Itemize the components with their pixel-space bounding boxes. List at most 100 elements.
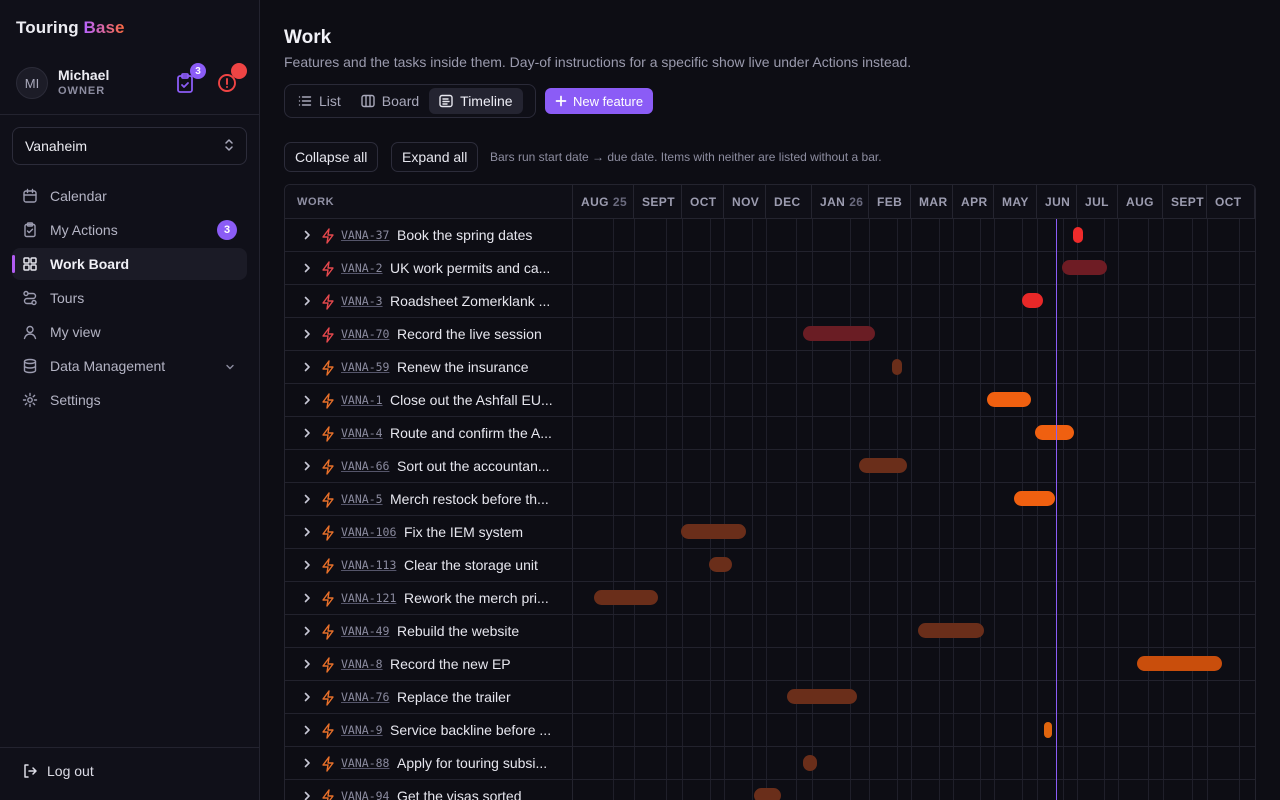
tab-timeline[interactable]: Timeline (429, 88, 523, 114)
chevron-right-icon[interactable] (301, 559, 313, 571)
feature-title[interactable]: Renew the insurance (397, 359, 529, 375)
table-row[interactable]: VANA-8 Record the new EP (285, 648, 1255, 681)
feature-title[interactable]: Fix the IEM system (404, 524, 523, 540)
table-row[interactable]: VANA-2 UK work permits and ca... (285, 252, 1255, 285)
feature-title[interactable]: Clear the storage unit (404, 557, 538, 573)
chevron-right-icon[interactable] (301, 460, 313, 472)
feature-title[interactable]: Route and confirm the A... (390, 425, 552, 441)
logout-button[interactable]: Log out (22, 763, 94, 779)
timeline-bar[interactable] (753, 788, 781, 800)
table-row[interactable]: VANA-113 Clear the storage unit (285, 549, 1255, 582)
feature-key-link[interactable]: VANA-113 (341, 558, 396, 572)
sidebar-item-tours[interactable]: Tours (12, 282, 247, 314)
table-row[interactable]: VANA-4 Route and confirm the A... (285, 417, 1255, 450)
new-feature-button[interactable]: New feature (545, 88, 654, 114)
feature-title[interactable]: Close out the Ashfall EU... (390, 392, 553, 408)
chevron-right-icon[interactable] (301, 295, 313, 307)
feature-key-link[interactable]: VANA-76 (341, 690, 389, 704)
collapse-all-button[interactable]: Collapse all (284, 142, 379, 172)
feature-key-link[interactable]: VANA-9 (341, 723, 383, 737)
tab-board[interactable]: Board (351, 88, 429, 114)
chevron-right-icon[interactable] (301, 427, 313, 439)
timeline-bar[interactable] (891, 359, 903, 375)
timeline-bar[interactable] (1044, 722, 1053, 738)
timeline-bar[interactable] (918, 623, 985, 638)
table-row[interactable]: VANA-76 Replace the trailer (285, 681, 1255, 714)
table-row[interactable]: VANA-70 Record the live session (285, 318, 1255, 351)
timeline-bar[interactable] (680, 524, 747, 539)
feature-key-link[interactable]: VANA-2 (341, 261, 383, 275)
sidebar-item-work-board[interactable]: Work Board (12, 248, 247, 280)
feature-key-link[interactable]: VANA-1 (341, 393, 383, 407)
chevron-right-icon[interactable] (301, 262, 313, 274)
feature-key-link[interactable]: VANA-4 (341, 426, 383, 440)
timeline-bar[interactable] (709, 557, 732, 572)
chevron-right-icon[interactable] (301, 691, 313, 703)
sidebar-item-data-management[interactable]: Data Management (12, 350, 247, 382)
timeline-bar[interactable] (1035, 425, 1075, 440)
timeline-bar[interactable] (858, 458, 907, 473)
sidebar-item-settings[interactable]: Settings (12, 384, 247, 416)
chevron-right-icon[interactable] (301, 394, 313, 406)
chevron-right-icon[interactable] (301, 658, 313, 670)
sidebar-item-my-actions[interactable]: My Actions 3 (12, 214, 247, 246)
chevron-right-icon[interactable] (301, 790, 313, 800)
sidebar-item-calendar[interactable]: Calendar (12, 180, 247, 212)
chevron-right-icon[interactable] (301, 625, 313, 637)
table-row[interactable]: VANA-88 Apply for touring subsi... (285, 747, 1255, 780)
feature-key-link[interactable]: VANA-70 (341, 327, 389, 341)
timeline-bar[interactable] (803, 755, 817, 771)
feature-key-link[interactable]: VANA-121 (341, 591, 396, 605)
feature-key-link[interactable]: VANA-66 (341, 459, 389, 473)
timeline-bar[interactable] (803, 326, 876, 341)
timeline-bar[interactable] (786, 689, 858, 704)
chevron-right-icon[interactable] (301, 493, 313, 505)
app-logo[interactable]: Touring Base (16, 18, 125, 38)
feature-title[interactable]: Merch restock before th... (390, 491, 549, 507)
feature-title[interactable]: Rebuild the website (397, 623, 519, 639)
timeline-bar[interactable] (1014, 491, 1055, 506)
feature-title[interactable]: Get the visas sorted (397, 788, 522, 800)
feature-key-link[interactable]: VANA-37 (341, 228, 389, 242)
feature-title[interactable]: Record the new EP (390, 656, 511, 672)
table-row[interactable]: VANA-49 Rebuild the website (285, 615, 1255, 648)
feature-title[interactable]: Service backline before ... (390, 722, 551, 738)
feature-key-link[interactable]: VANA-49 (341, 624, 389, 638)
feature-key-link[interactable]: VANA-8 (341, 657, 383, 671)
feature-key-link[interactable]: VANA-3 (341, 294, 383, 308)
chevron-right-icon[interactable] (301, 592, 313, 604)
table-row[interactable]: VANA-59 Renew the insurance (285, 351, 1255, 384)
table-row[interactable]: VANA-37 Book the spring dates (285, 219, 1255, 252)
table-row[interactable]: VANA-1 Close out the Ashfall EU... (285, 384, 1255, 417)
chevron-right-icon[interactable] (301, 361, 313, 373)
feature-title[interactable]: Record the live session (397, 326, 542, 342)
table-row[interactable]: VANA-9 Service backline before ... (285, 714, 1255, 747)
timeline-bar[interactable] (1021, 293, 1043, 308)
organization-select[interactable]: Vanaheim (12, 127, 247, 165)
feature-key-link[interactable]: VANA-94 (341, 789, 389, 800)
feature-title[interactable]: Rework the merch pri... (404, 590, 549, 606)
table-row[interactable]: VANA-3 Roadsheet Zomerklank ... (285, 285, 1255, 318)
feature-title[interactable]: UK work permits and ca... (390, 260, 550, 276)
timeline-bar[interactable] (987, 392, 1031, 407)
avatar[interactable]: MI (16, 67, 48, 99)
feature-title[interactable]: Replace the trailer (397, 689, 511, 705)
table-row[interactable]: VANA-66 Sort out the accountan... (285, 450, 1255, 483)
chevron-right-icon[interactable] (301, 229, 313, 241)
timeline-bar[interactable] (1136, 656, 1223, 671)
chevron-right-icon[interactable] (301, 328, 313, 340)
feature-title[interactable]: Apply for touring subsi... (397, 755, 547, 771)
feature-key-link[interactable]: VANA-88 (341, 756, 389, 770)
feature-key-link[interactable]: VANA-59 (341, 360, 389, 374)
feature-title[interactable]: Sort out the accountan... (397, 458, 550, 474)
table-row[interactable]: VANA-94 Get the visas sorted (285, 780, 1255, 800)
table-row[interactable]: VANA-5 Merch restock before th... (285, 483, 1255, 516)
chevron-right-icon[interactable] (301, 724, 313, 736)
timeline-bar[interactable] (1072, 227, 1083, 243)
feature-key-link[interactable]: VANA-106 (341, 525, 396, 539)
table-row[interactable]: VANA-106 Fix the IEM system (285, 516, 1255, 549)
tab-list[interactable]: List (288, 88, 351, 114)
expand-all-button[interactable]: Expand all (391, 142, 479, 172)
feature-title[interactable]: Roadsheet Zomerklank ... (390, 293, 550, 309)
table-row[interactable]: VANA-121 Rework the merch pri... (285, 582, 1255, 615)
